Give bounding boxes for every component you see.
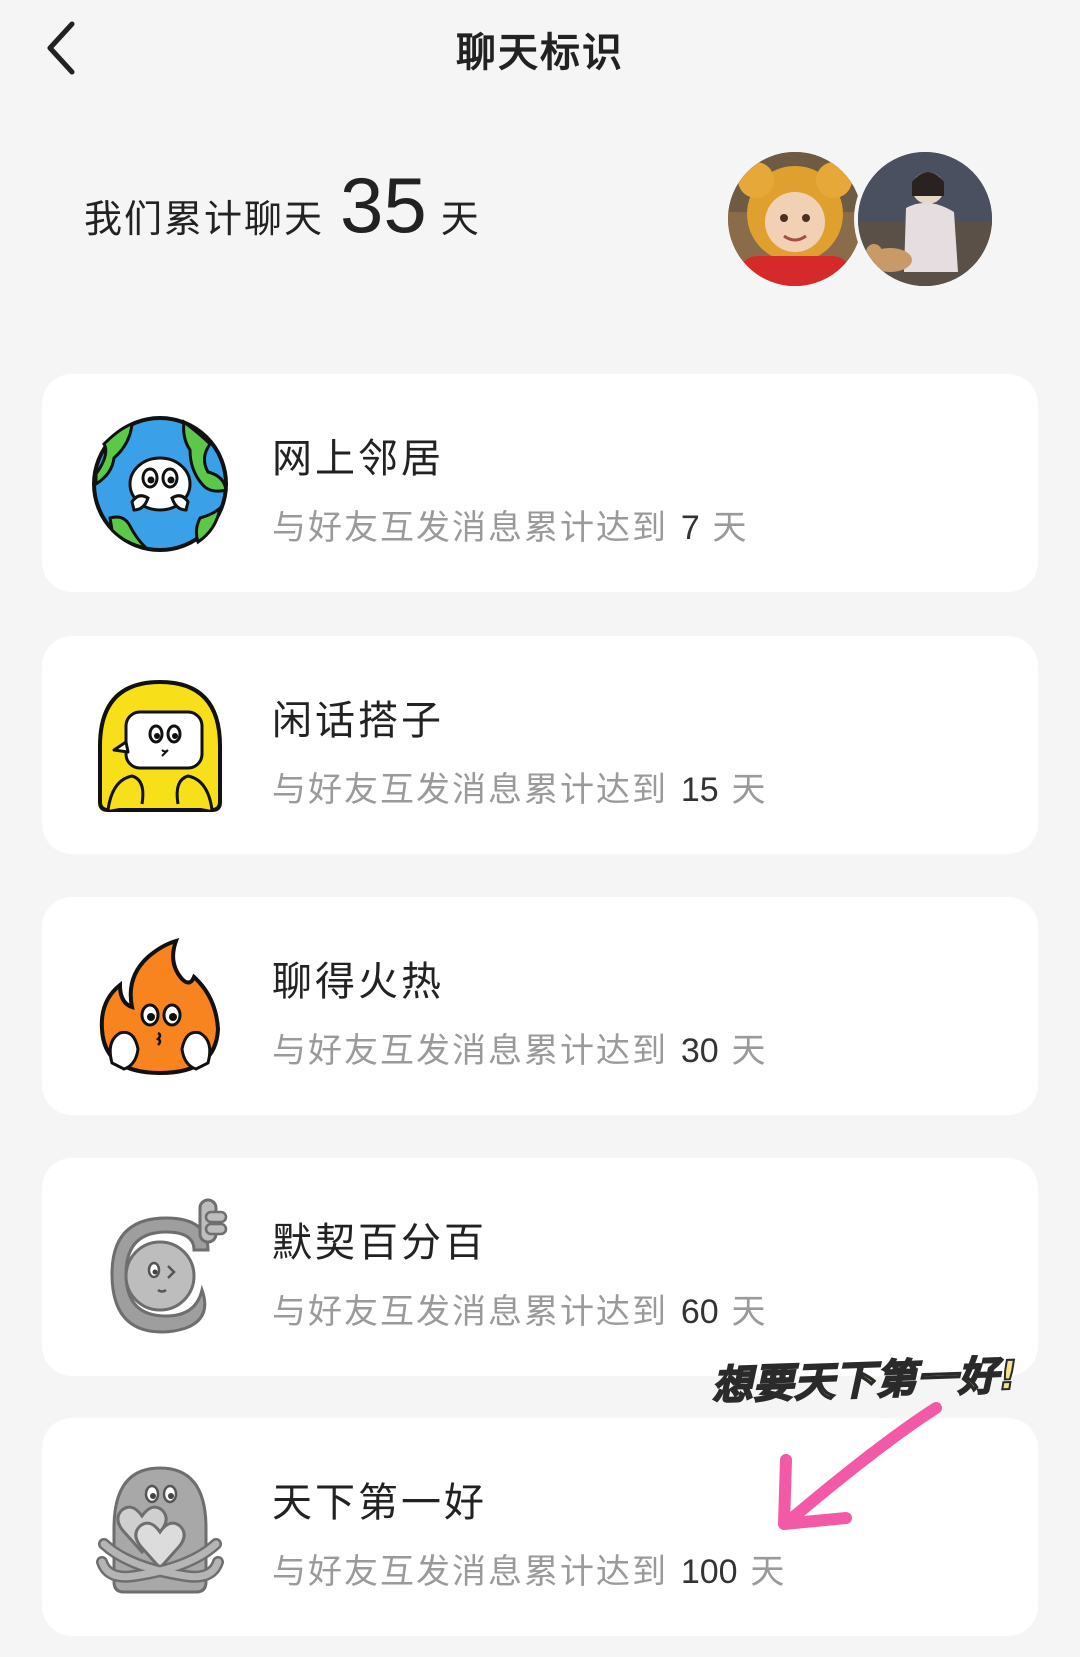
avatar[interactable] xyxy=(724,148,866,290)
badge-day-count: 100 xyxy=(680,1553,738,1591)
summary-prefix: 我们累计聊天 xyxy=(84,197,325,241)
badge-card-hot-chat[interactable]: 聊得火热 与好友互发消息累计达到 30 天 xyxy=(42,897,1038,1115)
badge-description: 与好友互发消息累计达到 100 天 xyxy=(272,1552,787,1592)
badge-card-neighbor[interactable]: 网上邻居 与好友互发消息累计达到 7 天 xyxy=(42,374,1038,592)
chat-bubble-character-icon xyxy=(90,676,230,816)
summary-unit: 天 xyxy=(440,197,479,241)
chat-days-summary: 我们累计聊天 35 天 xyxy=(84,160,479,250)
badge-day-count: 30 xyxy=(680,1032,719,1070)
badge-card-perfect-sync[interactable]: 默契百分百 与好友互发消息累计达到 60 天 xyxy=(42,1158,1038,1376)
friend-avatars xyxy=(724,148,996,290)
badge-description: 与好友互发消息累计达到 30 天 xyxy=(272,1031,768,1071)
badge-title: 网上邻居 xyxy=(272,436,444,482)
avatar[interactable] xyxy=(854,148,996,290)
badge-day-count: 7 xyxy=(680,509,700,547)
flame-character-icon xyxy=(90,937,230,1077)
heart-character-icon xyxy=(90,1458,230,1598)
badge-title: 天下第一好 xyxy=(272,1480,487,1526)
summary-day-count: 35 xyxy=(340,161,427,249)
badge-card-chat-buddy[interactable]: 闲话搭子 与好友互发消息累计达到 15 天 xyxy=(42,636,1038,854)
top-bar: 聊天标识 xyxy=(0,0,1080,100)
annotation-arrow-icon xyxy=(778,1402,942,1530)
badge-title: 默契百分百 xyxy=(272,1220,487,1266)
badge-description: 与好友互发消息累计达到 60 天 xyxy=(272,1292,768,1332)
globe-character-icon xyxy=(90,414,230,554)
badge-description: 与好友互发消息累计达到 7 天 xyxy=(272,508,749,548)
badge-description: 与好友互发消息累计达到 15 天 xyxy=(272,770,768,810)
badge-day-count: 15 xyxy=(680,771,719,809)
hug-character-icon xyxy=(90,1198,230,1338)
badge-day-count: 60 xyxy=(680,1293,719,1331)
page-title: 聊天标识 xyxy=(456,30,624,76)
badge-title: 聊得火热 xyxy=(272,959,444,1005)
badge-title: 闲话搭子 xyxy=(272,698,444,744)
